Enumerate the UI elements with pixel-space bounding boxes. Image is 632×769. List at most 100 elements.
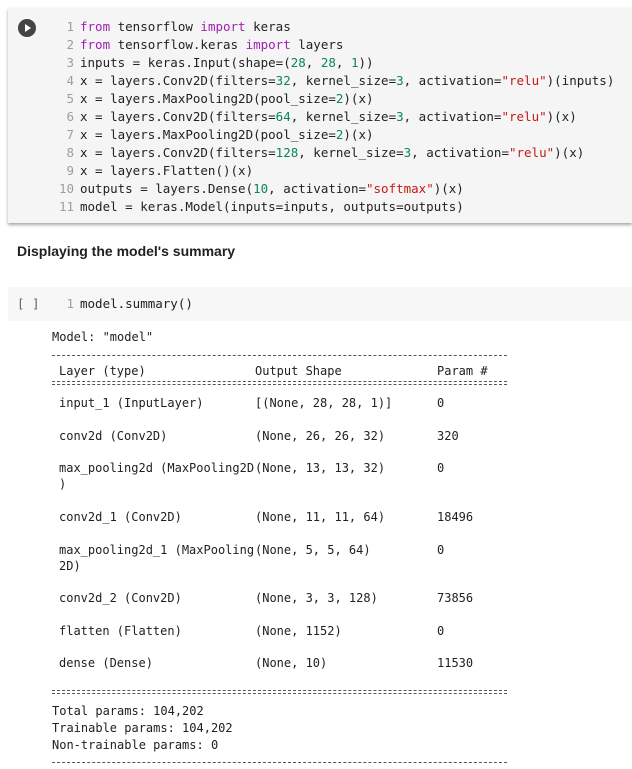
header-param-count: Param # <box>437 364 488 378</box>
line-number: 5 <box>66 91 74 106</box>
code-token: )(x) <box>546 109 577 124</box>
line-number: 6 <box>66 109 74 124</box>
code-line: 3 inputs = keras.Input(shape=(28, 28, 1)) <box>52 54 614 72</box>
output-shape-cell: (None, 1152) <box>255 624 342 638</box>
code-line: 8 x = layers.Conv2D(filters=128, kernel_s… <box>52 144 614 162</box>
line-number: 1 <box>66 296 74 311</box>
code-token: 1 <box>350 55 359 70</box>
code-token: x = layers.MaxPooling2D(pool_size= <box>80 127 336 142</box>
code-token: 32 <box>275 73 291 88</box>
line-number: 11 <box>58 199 74 214</box>
layer-name-cell: max_pooling2d_1 (MaxPooling 2D) <box>59 543 255 573</box>
code-token: x = layers.MaxPooling2D(pool_size= <box>80 91 336 106</box>
code-line: model.summary() <box>80 296 193 311</box>
code-token: tensorflow.keras <box>110 37 246 52</box>
line-number: 1 <box>66 19 74 34</box>
code-token: , kernel_size= <box>290 73 397 88</box>
output-shape-cell: (None, 3, 3, 128) <box>255 591 378 605</box>
code-line: 6 x = layers.Conv2D(filters=64, kernel_si… <box>52 108 614 126</box>
line-number: 8 <box>66 145 74 160</box>
double-separator-line <box>52 381 507 385</box>
code-token: )) <box>358 55 374 70</box>
code-token: , activation= <box>268 181 366 196</box>
param-count-cell: 0 <box>437 624 445 638</box>
code-token: , <box>305 55 321 70</box>
code-token: 28 <box>290 55 306 70</box>
header-output-shape: Output Shape <box>255 364 342 378</box>
code-token: 3 <box>403 145 412 160</box>
code-token: from <box>80 37 111 52</box>
code-token: )(x) <box>343 91 374 106</box>
code-token: import <box>200 19 246 34</box>
output-shape-cell: (None, 13, 13, 32) <box>255 461 386 475</box>
code-token: )(x) <box>554 145 585 160</box>
code-token: )(x) <box>433 181 464 196</box>
code-token: , activation= <box>403 109 502 124</box>
section-heading: Displaying the model's summary <box>17 243 236 259</box>
code-token: from <box>80 19 111 34</box>
code-token: x = layers.Conv2D(filters= <box>80 73 276 88</box>
code-token: , kernel_size= <box>298 145 404 160</box>
param-count-cell: 0 <box>437 543 445 557</box>
output-shape-cell: (None, 11, 11, 64) <box>255 510 386 524</box>
line-number: 3 <box>66 55 74 70</box>
code-token: keras <box>245 19 291 34</box>
output-shape-cell: (None, 26, 26, 32) <box>255 429 386 443</box>
code-cell-2[interactable]: [ ] 1 model.summary() <box>8 287 632 321</box>
code-token: 28 <box>320 55 336 70</box>
layer-name-cell: input_1 (InputLayer) <box>59 396 204 410</box>
header-layer: Layer (type) <box>59 364 146 378</box>
param-count-cell: 0 <box>437 396 445 410</box>
code-token: , activation= <box>403 73 502 88</box>
param-count-cell: 0 <box>437 461 445 475</box>
code-token: 64 <box>275 109 291 124</box>
code-token: "relu" <box>501 73 547 88</box>
code-token: inputs = keras.Input(shape=( <box>80 55 291 70</box>
code-line: 4 x = layers.Conv2D(filters=32, kernel_si… <box>52 72 614 90</box>
code-editor[interactable]: 1 model.summary() <box>52 296 193 311</box>
code-token: layers <box>290 37 344 52</box>
separator-line <box>52 355 507 356</box>
output-shape-cell: [(None, 28, 28, 1)] <box>255 396 393 410</box>
code-token: "relu" <box>508 145 555 160</box>
code-token: x = layers.Conv2D(filters= <box>80 109 276 124</box>
code-line: 11 model = keras.Model(inputs=inputs, out… <box>52 198 614 216</box>
run-cell-button[interactable] <box>18 19 36 37</box>
code-token: )(inputs) <box>546 73 615 88</box>
output-shape-cell: (None, 5, 5, 64) <box>255 543 371 557</box>
params-total-line: Non-trainable params: 0 <box>52 738 219 752</box>
layer-name-cell: conv2d_1 (Conv2D) <box>59 510 182 524</box>
separator-line <box>52 762 507 763</box>
layer-name-cell: conv2d (Conv2D) <box>59 429 168 443</box>
code-token: x = layers.Flatten()(x) <box>80 163 254 178</box>
code-line: 10 outputs = layers.Dense(10, activation=… <box>52 180 614 198</box>
code-token: tensorflow <box>110 19 201 34</box>
params-total-line: Trainable params: 104,202 <box>52 721 233 735</box>
execution-count-brackets[interactable]: [ ] <box>17 296 40 311</box>
code-token: 3 <box>396 109 404 124</box>
param-count-cell: 320 <box>437 429 459 443</box>
code-token: "relu" <box>501 109 547 124</box>
code-token: x = layers.Conv2D(filters= <box>80 145 276 160</box>
output-shape-cell: (None, 10) <box>255 656 328 670</box>
code-cell-1[interactable]: 1 from tensorflow import keras 2 from tenso… <box>8 8 632 223</box>
code-token: 3 <box>396 73 404 88</box>
layer-name-cell: dense (Dense) <box>59 656 153 670</box>
code-editor[interactable]: 1 from tensorflow import keras 2 from tenso… <box>52 18 614 216</box>
line-number: 4 <box>66 73 74 88</box>
model-name-line: Model: "model" <box>52 330 154 344</box>
code-token: , <box>335 55 351 70</box>
line-number: 10 <box>58 181 74 196</box>
layer-name-cell: flatten (Flatten) <box>59 624 182 638</box>
code-token: "softmax" <box>366 181 434 196</box>
line-number: 2 <box>66 37 74 52</box>
params-total-line: Total params: 104,202 <box>52 704 204 718</box>
code-token: model = keras.Model(inputs=inputs, outpu… <box>80 199 464 214</box>
code-token: outputs = layers.Dense( <box>80 181 254 196</box>
layer-name-cell: conv2d_2 (Conv2D) <box>59 591 182 605</box>
layer-name-cell: max_pooling2d (MaxPooling2D ) <box>59 461 255 491</box>
param-count-cell: 18496 <box>437 510 474 524</box>
line-number: 7 <box>66 127 74 142</box>
code-line: 7x = layers.MaxPooling2D(pool_size=2)(x) <box>52 126 614 144</box>
line-number: 9 <box>66 163 74 178</box>
